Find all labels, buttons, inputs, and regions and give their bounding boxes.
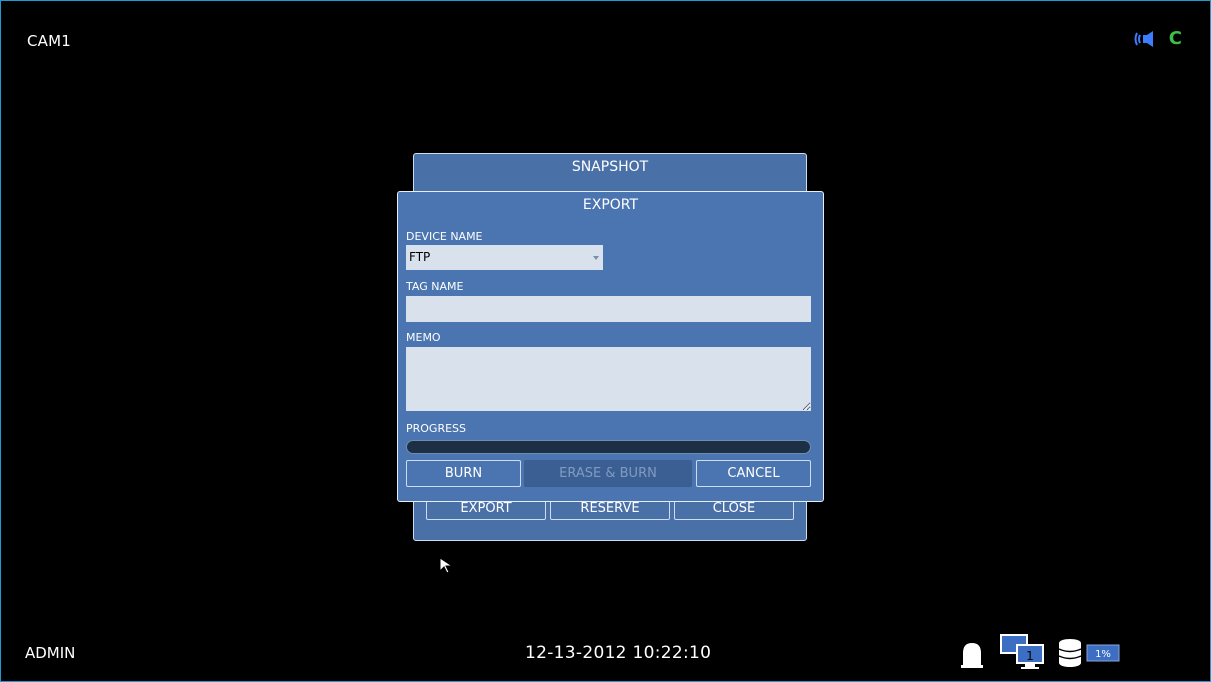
tag-name-label: TAG NAME bbox=[406, 280, 464, 293]
snapshot-button-row: EXPORT RESERVE CLOSE bbox=[426, 499, 798, 520]
progress-label: PROGRESS bbox=[406, 422, 467, 435]
top-status-icons: C bbox=[1133, 29, 1182, 49]
device-name-value: FTP bbox=[409, 250, 431, 264]
memo-label: MEMO bbox=[406, 331, 441, 344]
alarm-bell-icon[interactable] bbox=[959, 639, 985, 669]
monitor-number: 1 bbox=[1026, 649, 1034, 663]
dvr-screen: CAM1 C SNAPSHOT EXPORT RESERVE CLOSE EXP… bbox=[0, 0, 1211, 682]
reserve-button[interactable]: RESERVE bbox=[550, 499, 670, 520]
export-dialog-title: EXPORT bbox=[582, 197, 639, 213]
mouse-pointer-icon bbox=[439, 557, 454, 574]
memo-textarea[interactable] bbox=[406, 347, 811, 411]
hdd-usage: 1% bbox=[1095, 649, 1111, 660]
progress-bar bbox=[406, 440, 811, 454]
device-name-select[interactable]: FTP bbox=[406, 245, 603, 270]
c-status-icon: C bbox=[1168, 28, 1182, 49]
snapshot-title: SNAPSHOT bbox=[571, 159, 649, 175]
chevron-down-icon bbox=[593, 256, 599, 260]
camera-label: CAM1 bbox=[27, 32, 72, 50]
datetime: 12-13-2012 10:22:10 bbox=[525, 643, 712, 663]
device-name-label: DEVICE NAME bbox=[406, 230, 483, 243]
audio-icon bbox=[1134, 31, 1153, 47]
export-button-row: BURN ERASE & BURN CANCEL bbox=[406, 460, 811, 487]
cancel-button[interactable]: CANCEL bbox=[696, 460, 811, 487]
export-button[interactable]: EXPORT bbox=[426, 499, 546, 520]
burn-button[interactable]: BURN bbox=[406, 460, 521, 487]
close-button[interactable]: CLOSE bbox=[674, 499, 794, 520]
monitor-icon[interactable]: 1 bbox=[999, 633, 1047, 671]
user-label: ADMIN bbox=[25, 644, 76, 662]
hdd-icon[interactable]: 1% bbox=[1057, 637, 1129, 671]
tag-name-input[interactable] bbox=[406, 296, 811, 322]
erase-burn-button[interactable]: ERASE & BURN bbox=[524, 460, 692, 487]
bottom-status-icons: 1 1% bbox=[959, 633, 1139, 673]
export-dialog: EXPORT DEVICE NAME FTP TAG NAME MEMO PRO… bbox=[397, 191, 824, 502]
